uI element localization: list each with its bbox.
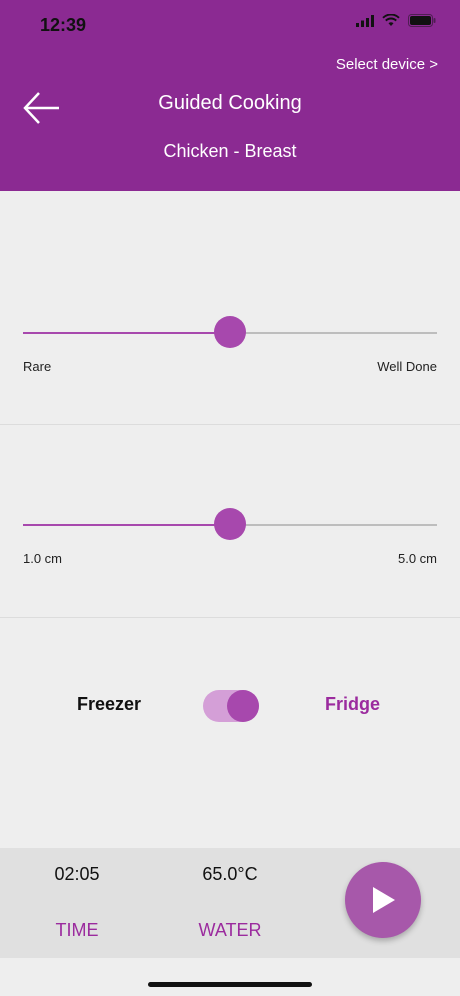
status-time: 12:39 bbox=[40, 15, 87, 35]
fridge-label[interactable]: Fridge bbox=[325, 694, 380, 715]
thickness-section: 1.0 cm 5.0 cm bbox=[0, 425, 460, 618]
water-label[interactable]: WATER bbox=[170, 920, 290, 941]
app-header: 12:39 Select device > Guided Cooking Chi… bbox=[0, 0, 460, 191]
doneness-min-label: Rare bbox=[23, 359, 52, 374]
doneness-max-label: Well Done bbox=[377, 359, 437, 374]
status-icons bbox=[356, 14, 436, 27]
water-value: 65.0°C bbox=[202, 864, 258, 884]
home-area bbox=[0, 958, 460, 996]
page-subtitle: Chicken - Breast bbox=[163, 141, 297, 161]
storage-toggle-knob bbox=[227, 690, 259, 722]
play-icon bbox=[373, 887, 395, 913]
thickness-slider-thumb[interactable] bbox=[214, 508, 246, 540]
bottom-bar: 02:05 TIME 65.0°C WATER bbox=[0, 848, 460, 958]
storage-toggle[interactable] bbox=[203, 690, 259, 722]
play-button[interactable] bbox=[345, 862, 421, 938]
select-device-link[interactable]: Select device > bbox=[336, 56, 438, 73]
doneness-section: Rare Well Done bbox=[0, 191, 460, 425]
thickness-max-label: 5.0 cm bbox=[397, 551, 437, 566]
time-label[interactable]: TIME bbox=[17, 920, 137, 941]
doneness-slider-thumb[interactable] bbox=[214, 316, 246, 348]
wifi-icon bbox=[382, 14, 400, 26]
home-indicator[interactable] bbox=[148, 982, 312, 987]
thickness-min-label: 1.0 cm bbox=[23, 551, 63, 566]
page-title: Guided Cooking bbox=[158, 92, 302, 114]
thickness-slider[interactable] bbox=[23, 508, 437, 540]
thickness-slider-fill bbox=[23, 524, 230, 526]
freezer-label[interactable]: Freezer bbox=[77, 694, 141, 715]
signal-icon bbox=[356, 14, 374, 27]
doneness-slider[interactable] bbox=[23, 316, 437, 348]
battery-icon bbox=[408, 14, 436, 27]
time-value: 02:05 bbox=[54, 864, 100, 884]
doneness-slider-fill bbox=[23, 332, 230, 334]
